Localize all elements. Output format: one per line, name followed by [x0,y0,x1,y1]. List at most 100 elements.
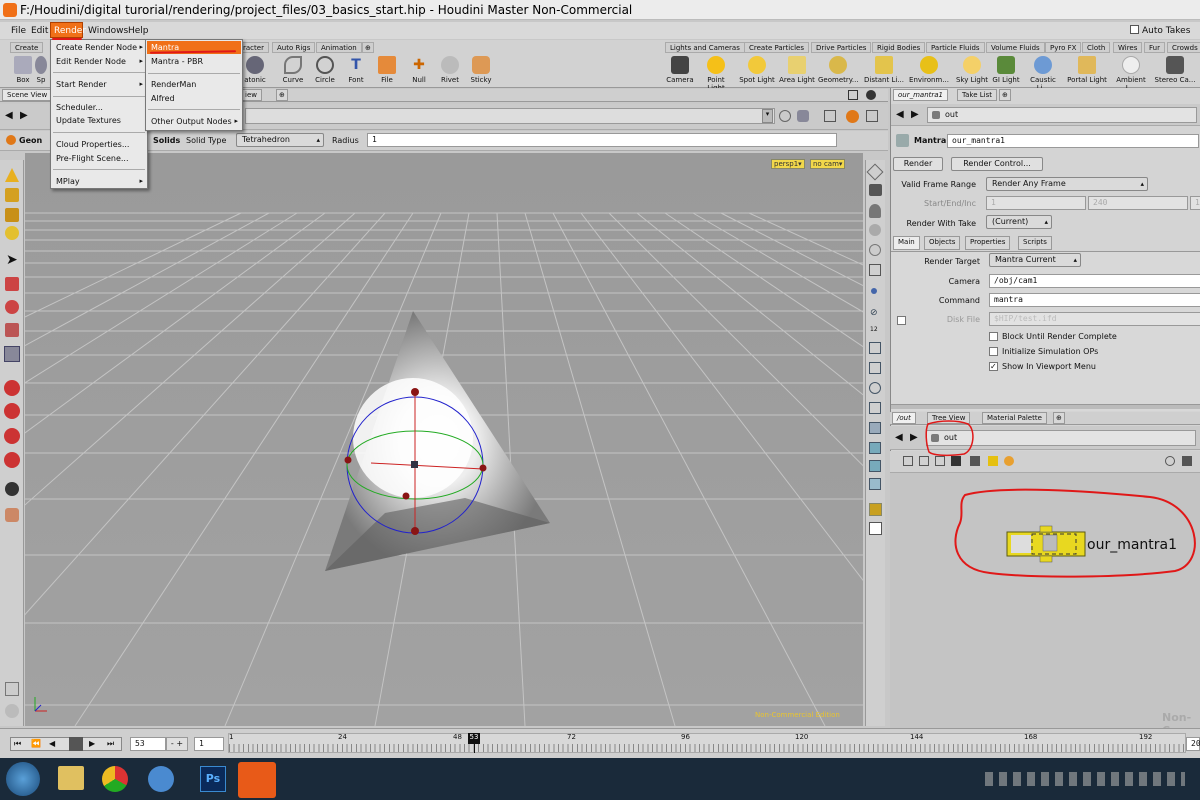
subtab-main[interactable]: Main [893,236,920,250]
submenu-item-alfred[interactable]: Alfred [151,94,175,103]
stop-icon[interactable] [69,737,83,751]
param-forward-icon[interactable]: ▶ [911,109,919,120]
command-field[interactable]: mantra [989,293,1200,307]
param-path-field[interactable]: out [927,107,1197,123]
shelf-add-tab-icon[interactable]: ⊕ [362,42,374,53]
tool-area-light[interactable]: Area Light [779,56,815,84]
tool-caustic-light[interactable]: Caustic Li... [1023,56,1063,92]
brush-tool-icon[interactable] [4,428,20,444]
tool-stereo-camera[interactable]: Stereo Ca... [1154,56,1196,84]
no-cam-menu[interactable]: no cam▾ [810,159,846,169]
play-icon[interactable]: ▶ [89,739,95,748]
init-sim-ops-checkbox[interactable] [989,347,998,356]
bounding-box-icon[interactable] [869,264,881,276]
subtab-objects[interactable]: Objects [924,236,961,250]
background-display-icon[interactable] [869,460,881,472]
snap-icon[interactable] [5,482,19,496]
auto-takes-checkbox[interactable] [1130,25,1139,34]
valid-frame-dropdown[interactable]: Render Any Frame [986,177,1148,191]
shelf-tab-auto-rigs[interactable]: Auto Rigs [272,42,316,53]
network-back-icon[interactable]: ◀ [895,432,903,443]
menu-item-start-render[interactable]: Start Render [56,80,107,89]
point-display-icon[interactable] [871,288,877,294]
houdini-taskbar-icon[interactable] [238,762,276,798]
menu-item-cloud-properties[interactable]: Cloud Properties... [56,140,129,149]
inc-frame-field[interactable]: 1 [1190,196,1200,210]
arrow-pointer-icon[interactable]: ➤ [6,252,18,268]
jump-start-icon[interactable]: ⏮ [14,739,21,749]
tool-portal-light[interactable]: Portal Light [1066,56,1108,84]
shelf-tab-create[interactable]: Create [10,42,44,53]
tool-circle[interactable]: Circle [310,56,340,84]
pose-tool-icon[interactable] [4,403,20,419]
shelf-tab-lights-cameras[interactable]: Lights and Cameras [665,42,745,53]
disk-file-field[interactable]: $HIP/test.ifd [989,312,1200,326]
env-display-icon[interactable] [869,442,881,454]
show-viewport-menu-checkbox[interactable]: ✓ [989,362,998,371]
mantra-node[interactable] [1006,525,1086,563]
tool-gi-light[interactable]: GI Light [989,56,1023,84]
shelf-tab-volume-fluids[interactable]: Volume Fluids [986,42,1045,53]
select-points-icon[interactable] [5,208,19,222]
menu-render[interactable]: Render [54,26,86,36]
display-toggle-icon[interactable] [5,704,19,718]
subtab-scripts[interactable]: Scripts [1018,236,1052,250]
persp-camera-menu[interactable]: persp1▾ [771,159,805,169]
numbers-display-icon[interactable]: 12 [870,326,878,333]
network-forward-icon[interactable]: ▶ [910,432,918,443]
texture-display-icon[interactable] [869,422,881,434]
param-back-icon[interactable]: ◀ [896,109,904,120]
play-reverse-icon[interactable]: ◀ [49,739,55,748]
menu-item-edit-render-node[interactable]: Edit Render Node [56,57,126,66]
node-name-label[interactable]: our_mantra1 [1087,537,1177,553]
sticky-note-icon[interactable] [988,456,998,466]
tab-tree-view[interactable]: Tree View [927,412,971,424]
tool-camera[interactable]: Camera [665,56,695,84]
add-pane-tab-icon[interactable]: ⊕ [276,89,288,101]
menu-windows[interactable]: Windows [88,26,128,36]
shelf-tab-wires[interactable]: Wires [1113,42,1143,53]
tool-geometry-light[interactable]: Geometry... [818,56,859,84]
tool-ambient-light[interactable]: Ambient L... [1110,56,1152,92]
node-name-field[interactable]: our_mantra1 [947,134,1199,148]
pane-divider[interactable] [891,404,1200,409]
camera-field[interactable]: /obj/cam1 [989,274,1200,288]
end-frame-field[interactable]: 240 [1088,196,1188,210]
pin-icon[interactable] [797,110,809,122]
align-icon[interactable] [919,456,929,466]
normal-display-icon[interactable]: ⊘ [870,308,878,318]
list-icon[interactable] [935,456,945,466]
menu-item-mplay[interactable]: MPlay [56,177,80,186]
tool-file[interactable]: File [372,56,402,84]
display-option-icon[interactable] [824,110,836,122]
paint-tool-icon[interactable] [4,452,20,468]
menu-item-pre-flight-scene[interactable]: Pre-Flight Scene... [56,154,129,163]
tab-scene-view[interactable]: Scene View [2,89,53,101]
path-dropdown-icon[interactable]: ▾ [762,109,773,123]
tab-take-list[interactable]: Take List [957,89,997,101]
menu-help[interactable]: Help [128,26,149,36]
network-view[interactable]: our_mantra1 Non-Co [890,473,1200,737]
explorer-taskbar-icon[interactable] [58,766,84,790]
shelf-tab-particle-fluids[interactable]: Particle Fluids [926,42,985,53]
submenu-item-mantra-pbr[interactable]: Mantra - PBR [151,57,203,66]
edge-display-icon[interactable] [869,362,881,374]
tool-point-light[interactable]: Point Light [698,56,734,92]
jump-end-icon[interactable]: ⏭ [107,739,114,749]
network-path-field[interactable]: out [926,430,1196,446]
start-frame-field[interactable]: 1 [986,196,1086,210]
tool-null[interactable]: ✚ Null [404,56,434,84]
shelf-tab-fur[interactable]: Fur [1144,42,1165,53]
maximize-icon[interactable] [848,90,858,100]
tab-out[interactable]: /out [892,412,916,424]
tab-our-mantra1[interactable]: our_mantra1 [893,89,949,101]
add-network-tab-icon[interactable]: ⊕ [1053,412,1065,424]
pane-menu-icon[interactable] [866,90,876,100]
grid-layout-icon[interactable] [869,503,882,516]
tool-sky-light[interactable]: Sky Light [954,56,990,84]
image-plane-icon[interactable] [869,478,881,490]
rotate-tool-icon[interactable] [5,300,19,314]
menu-edit[interactable]: Edit [31,26,48,36]
subtab-properties[interactable]: Properties [965,236,1011,250]
view-option-icon[interactable] [779,110,791,122]
